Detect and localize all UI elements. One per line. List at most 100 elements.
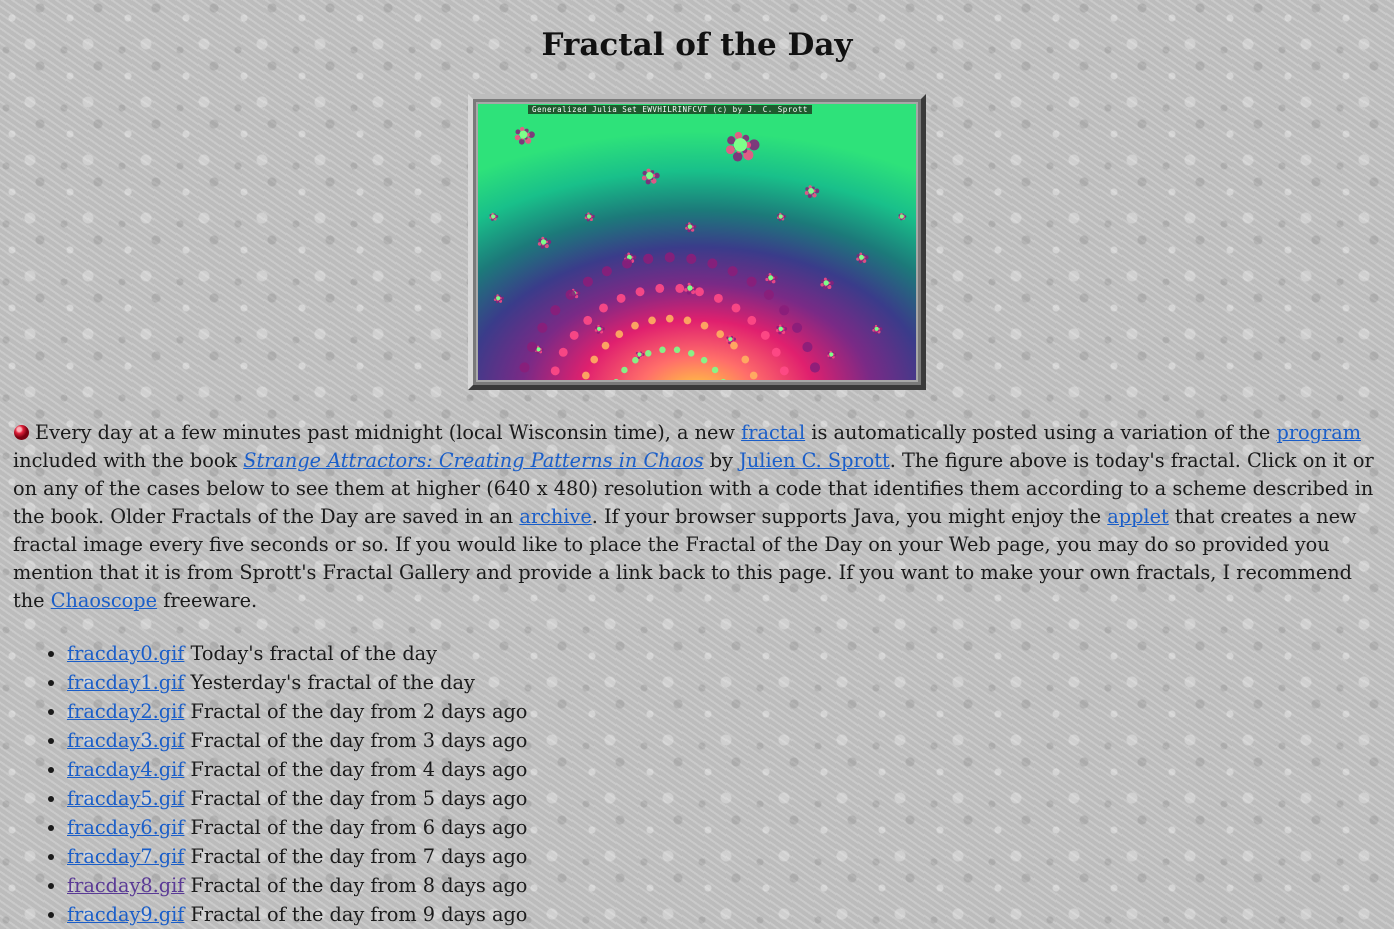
- fractal-spiral-dot: [514, 134, 521, 141]
- fractal-ring-dot: [558, 347, 568, 357]
- fractal-ring-dot: [601, 341, 610, 350]
- list-item: fracday4.gif Fractal of the day from 4 d…: [67, 755, 1381, 784]
- fractal-ring-dot: [527, 341, 538, 353]
- fractal-ring-dot: [616, 293, 626, 303]
- intro-text: by: [703, 449, 740, 472]
- list-item-description: Fractal of the day from 4 days ago: [184, 758, 528, 781]
- author-link[interactable]: Julien C. Sprott: [739, 449, 890, 472]
- fractal-ring-dot: [569, 330, 579, 340]
- intro-text: is automatically posted using a variatio…: [805, 421, 1277, 444]
- fractal-ring-dot: [700, 356, 708, 364]
- fractal-ring-dot: [763, 289, 774, 300]
- fractal-ring-dot: [686, 253, 697, 265]
- fractal-spiral-dot: [725, 145, 735, 155]
- fractal-ring-dot: [582, 276, 593, 287]
- fractal-ring-dot: [673, 346, 681, 354]
- fractal-ring-dot: [615, 330, 624, 339]
- fractal-ring-dot: [537, 322, 548, 333]
- fractal-ring-dot: [659, 346, 666, 354]
- list-item: fracday9.gif Fractal of the day from 9 d…: [67, 900, 1381, 929]
- fracday1-link[interactable]: fracday1.gif: [67, 671, 184, 694]
- fractal-image-art: [478, 104, 916, 380]
- list-item: fracday2.gif Fractal of the day from 2 d…: [67, 697, 1381, 726]
- page-title: Fractal of the Day: [541, 27, 853, 63]
- fractal-spiral-core: [778, 326, 783, 332]
- fractal-spiral-core: [586, 214, 592, 219]
- fracday6-link[interactable]: fracday6.gif: [67, 816, 184, 839]
- fracday8-link[interactable]: fracday8.gif: [67, 874, 184, 897]
- fracday0-link[interactable]: fracday0.gif: [67, 642, 184, 665]
- fractal-spiral-core: [540, 239, 547, 245]
- fracday3-link[interactable]: fracday3.gif: [67, 729, 184, 752]
- fractal-ring-dot: [665, 314, 674, 323]
- book-link[interactable]: Strange Attractors: Creating Patterns in…: [243, 449, 703, 472]
- fractal-ring-dot: [695, 287, 704, 297]
- fractal-spiral-core: [536, 347, 541, 352]
- fractal-spiral-core: [823, 280, 829, 286]
- fractal-spiral-core: [768, 275, 774, 281]
- fractal-ring-dot: [683, 316, 692, 325]
- fractal-ring-dot: [621, 366, 628, 374]
- fractal-spiral-core: [829, 352, 834, 357]
- fractal-link[interactable]: fractal: [741, 421, 805, 444]
- fractal-ring-dot: [664, 252, 675, 263]
- fracday7-link[interactable]: fracday7.gif: [67, 845, 184, 868]
- list-item-description: Yesterday's fractal of the day: [184, 671, 475, 694]
- fracday5-link[interactable]: fracday5.gif: [67, 787, 184, 810]
- fractal-ring-dot: [713, 293, 723, 303]
- fractal-spiral-core: [687, 224, 693, 229]
- fractal-ring-dot: [727, 266, 738, 277]
- intro-text: included with the book: [13, 449, 244, 472]
- fractal-spiral-core: [519, 130, 528, 139]
- list-item-description: Fractal of the day from 7 days ago: [184, 845, 528, 868]
- chaoscope-link[interactable]: Chaoscope: [51, 589, 157, 612]
- applet-link[interactable]: applet: [1107, 505, 1169, 528]
- fractal-ring-dot: [601, 266, 612, 277]
- fractal-spiral-dot: [641, 175, 647, 181]
- list-item-description: Fractal of the day from 8 days ago: [184, 874, 528, 897]
- fractal-spiral-core: [637, 352, 642, 357]
- list-item: fracday0.gif Today's fractal of the day: [67, 639, 1381, 668]
- list-item-description: Fractal of the day from 2 days ago: [184, 700, 528, 723]
- list-item: fracday6.gif Fractal of the day from 6 d…: [67, 813, 1381, 842]
- fractal-spiral-core: [874, 326, 879, 331]
- fractal-spiral-core: [899, 214, 904, 219]
- fractal-ring-dot: [675, 283, 685, 293]
- fractal-ring-dot: [635, 287, 645, 297]
- fracday4-link[interactable]: fracday4.gif: [67, 758, 184, 781]
- list-item-description: Fractal of the day from 5 days ago: [184, 787, 528, 810]
- intro-text: . If your browser supports Java, you mig…: [591, 505, 1108, 528]
- fractal-ring-dot: [731, 303, 741, 313]
- fractal-image-link[interactable]: Generalized Julia Set EWVHILRINFCVT (c) …: [468, 94, 926, 390]
- book-title: Strange Attractors: Creating Patterns in…: [243, 449, 704, 472]
- red-ball-bullet-icon: [14, 425, 29, 440]
- fractal-ring-dot: [645, 350, 652, 357]
- fractal-spiral-core: [728, 337, 733, 342]
- fractal-ring-dot: [687, 350, 695, 357]
- fractal-ring-dot: [711, 366, 719, 374]
- fractal-spiral-core: [859, 254, 864, 260]
- fracday9-link[interactable]: fracday9.gif: [67, 903, 184, 926]
- fractal-ring-dot: [622, 258, 633, 269]
- fractal-ring-dot: [599, 303, 608, 313]
- fractal-ring-dot: [716, 330, 725, 339]
- list-item-description: Fractal of the day from 9 days ago: [184, 903, 528, 926]
- fractal-ring-dot: [779, 305, 790, 316]
- fracday2-link[interactable]: fracday2.gif: [67, 700, 184, 723]
- fractal-ring-dot: [583, 315, 593, 325]
- fractal-spiral-dot: [732, 151, 743, 162]
- intro-text: freeware.: [157, 589, 258, 612]
- page: Fractal of the Day Generalized Julia Set…: [0, 0, 1394, 929]
- list-item: fracday5.gif Fractal of the day from 5 d…: [67, 784, 1381, 813]
- list-item: fracday1.gif Yesterday's fractal of the …: [67, 668, 1381, 697]
- fractal-ring-dot: [655, 283, 665, 293]
- fractal-spiral-core: [778, 214, 783, 219]
- fractal-ring-dot: [550, 305, 561, 316]
- fractal-ring-dot: [730, 341, 738, 350]
- list-item: fracday7.gif Fractal of the day from 7 d…: [67, 842, 1381, 871]
- program-link[interactable]: program: [1276, 421, 1361, 444]
- fractal-spiral-dot: [518, 138, 525, 145]
- fractal-image[interactable]: Generalized Julia Set EWVHILRINFCVT (c) …: [476, 102, 918, 382]
- fractal-spiral-core: [733, 138, 748, 152]
- archive-link[interactable]: archive: [519, 505, 591, 528]
